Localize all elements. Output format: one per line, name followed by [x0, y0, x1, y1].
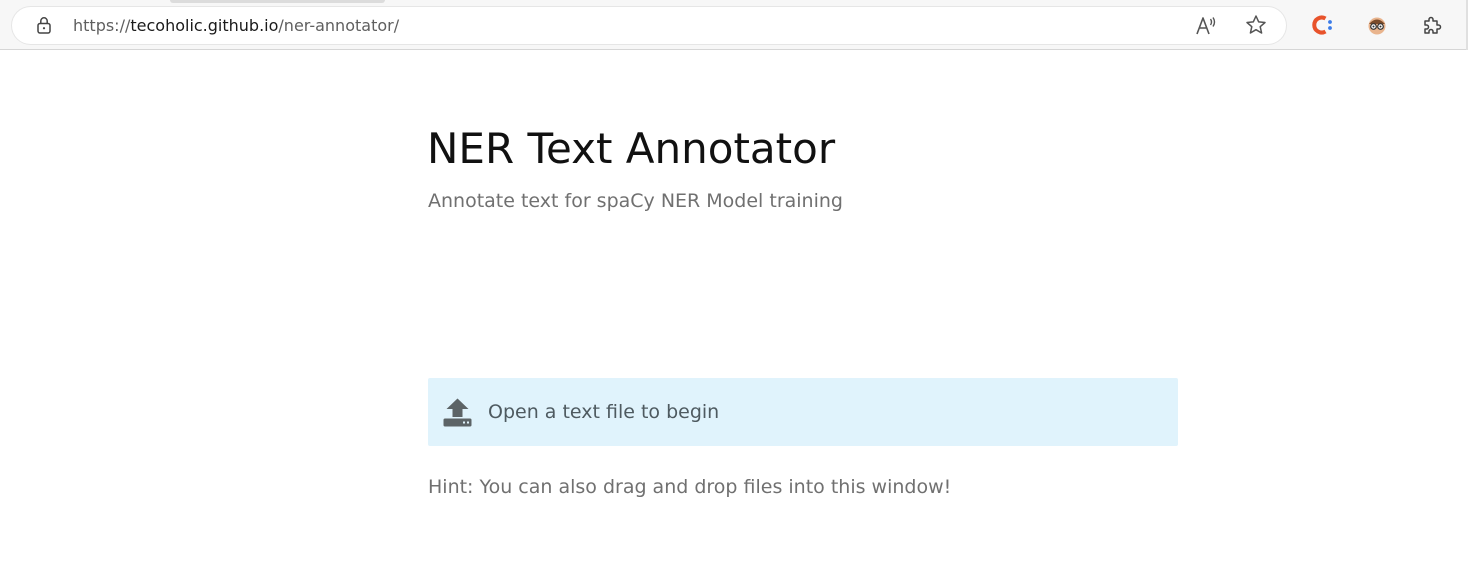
- url-scheme: https://: [73, 16, 131, 35]
- open-file-label: Open a text file to begin: [488, 401, 720, 423]
- extension-c-icon[interactable]: [1311, 13, 1335, 37]
- puzzle-icon[interactable]: [1421, 14, 1443, 36]
- address-bar[interactable]: https://tecoholic.github.io/ner-annotato…: [12, 7, 1286, 44]
- star-icon[interactable]: [1245, 14, 1267, 36]
- lock-icon[interactable]: [34, 15, 54, 35]
- drag-drop-hint: Hint: You can also drag and drop files i…: [428, 476, 952, 498]
- url-path: /ner-annotator/: [278, 16, 400, 35]
- read-aloud-icon[interactable]: [1195, 15, 1217, 37]
- browser-toolbar: https://tecoholic.github.io/ner-annotato…: [0, 0, 1468, 50]
- url-host: tecoholic.github.io: [130, 16, 279, 35]
- extension-face-icon[interactable]: [1366, 14, 1388, 36]
- page-title: NER Text Annotator: [427, 124, 836, 173]
- page-subtitle: Annotate text for spaCy NER Model traini…: [428, 190, 843, 212]
- url-text[interactable]: https://tecoholic.github.io/ner-annotato…: [73, 7, 399, 44]
- upload-icon: [443, 398, 472, 427]
- open-file-button[interactable]: Open a text file to begin: [428, 378, 1178, 446]
- active-tab-edge[interactable]: [170, 0, 385, 3]
